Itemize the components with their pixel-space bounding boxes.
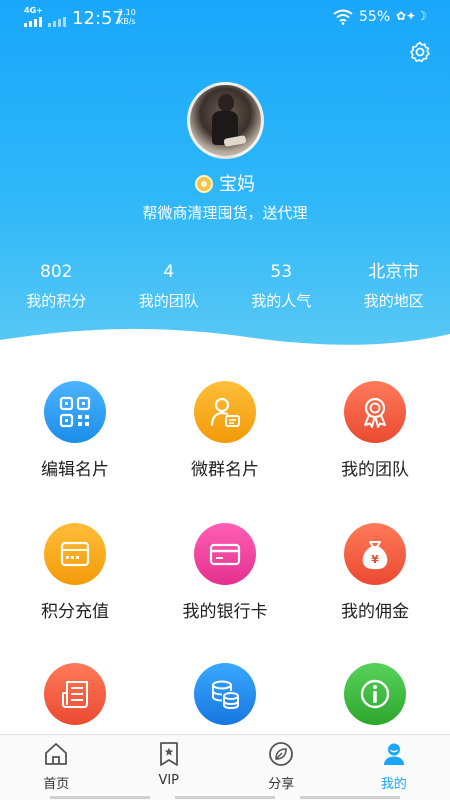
qr-code-icon	[44, 381, 106, 443]
stat-value: 北京市	[368, 262, 420, 282]
info-icon	[344, 663, 406, 725]
tab-mine[interactable]: 我的	[338, 735, 450, 800]
notification-icons: ✿✦☽	[396, 9, 427, 23]
network-speed: 2.10 KB/s	[118, 8, 136, 26]
stat-region[interactable]: 北京市 我的地区	[338, 260, 450, 311]
stat-team[interactable]: 4 我的团队	[113, 260, 226, 311]
stat-value: 802	[40, 262, 73, 282]
grid-item-label: 我的银行卡	[182, 602, 268, 622]
grid-item-group-card[interactable]: 微群名片	[150, 375, 300, 515]
grid-item-label: 我的佣金	[341, 602, 409, 622]
stat-label: 我的积分	[26, 292, 87, 310]
avatar[interactable]	[187, 82, 264, 159]
tab-vip[interactable]: VIP	[113, 735, 226, 800]
money-bag-icon: ¥	[344, 523, 406, 585]
grid-item-label: 编辑名片	[41, 460, 109, 480]
stat-points[interactable]: 802 我的积分	[0, 260, 113, 311]
profile-header: 4G+ 12:57 2.10 KB/s 55% ✿✦☽ 宝妈 帮微商清理囤货，送…	[0, 0, 450, 360]
coin-stack-icon	[194, 663, 256, 725]
nickname-row: 宝妈	[0, 170, 450, 196]
stat-value: 53	[270, 262, 293, 282]
network-type: 4G+	[24, 6, 43, 15]
wifi-icon	[333, 9, 353, 25]
home-icon	[45, 743, 68, 765]
stat-label: 我的地区	[363, 292, 424, 310]
stat-popularity[interactable]: 53 我的人气	[225, 260, 338, 311]
signature: 帮微商清理囤货，送代理	[142, 204, 308, 222]
leaf-icon	[269, 742, 294, 766]
grid-item-label: 我的团队	[341, 460, 409, 480]
grid-item-points-recharge[interactable]: 积分充值	[0, 517, 150, 657]
news-icon	[44, 663, 106, 725]
signal-icon	[24, 17, 66, 27]
grid-item-commission[interactable]: ¥ 我的佣金	[300, 517, 450, 657]
battery-level: 55%	[359, 9, 391, 25]
tab-label: VIP	[158, 773, 180, 788]
user-card-icon	[194, 381, 256, 443]
grid-item-label: 积分充值	[41, 602, 109, 622]
award-icon	[344, 381, 406, 443]
grid-item-bank-card[interactable]: 我的银行卡	[150, 517, 300, 657]
tab-share[interactable]: 分享	[225, 735, 338, 800]
settings-gear-icon[interactable]	[408, 40, 432, 64]
svg-text:¥: ¥	[371, 553, 379, 566]
bank-card-icon	[194, 523, 256, 585]
system-nav-bar	[50, 796, 400, 799]
header-wave	[0, 328, 450, 360]
stat-label: 我的团队	[138, 292, 199, 310]
bookmark-star-icon	[159, 742, 178, 766]
tab-home[interactable]: 首页	[0, 735, 113, 800]
grid-item-my-team[interactable]: 我的团队	[300, 375, 450, 515]
stat-value: 4	[163, 262, 175, 282]
status-bar: 4G+ 12:57 2.10 KB/s 55% ✿✦☽	[0, 0, 450, 36]
nickname: 宝妈	[219, 174, 255, 195]
user-icon	[383, 743, 404, 765]
grid-item-edit-card[interactable]: 编辑名片	[0, 375, 150, 515]
tab-label: 分享	[268, 777, 295, 792]
tab-label: 首页	[43, 777, 70, 792]
bottom-tab-bar: 首页 VIP 分享 我的	[0, 734, 450, 800]
medal-icon	[195, 175, 213, 193]
stat-label: 我的人气	[251, 292, 312, 310]
stats-row: 802 我的积分 4 我的团队 53 我的人气 北京市 我的地区	[0, 260, 450, 311]
wallet-card-icon	[44, 523, 106, 585]
tab-label: 我的	[380, 777, 407, 792]
clock: 12:57	[72, 8, 124, 29]
grid-item-label: 微群名片	[191, 460, 259, 480]
